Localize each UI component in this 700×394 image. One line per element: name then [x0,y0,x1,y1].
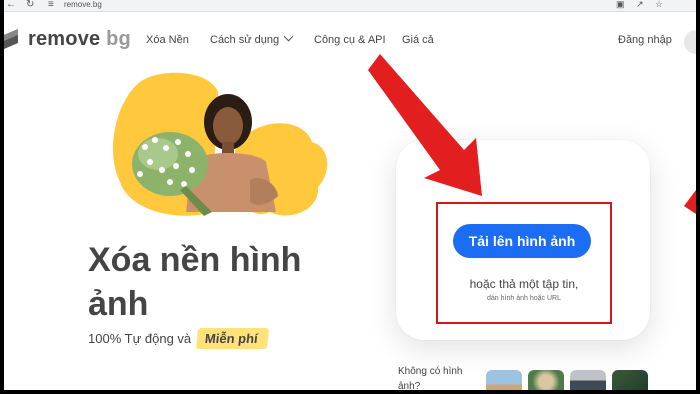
annotation-arrow-edge [684,190,696,214]
page: ← ↻ ≡ remove.bg ▣ ↗ ☆ remove bg Xóa Nền … [4,0,696,390]
annotation-arrow-icon [368,54,696,214]
